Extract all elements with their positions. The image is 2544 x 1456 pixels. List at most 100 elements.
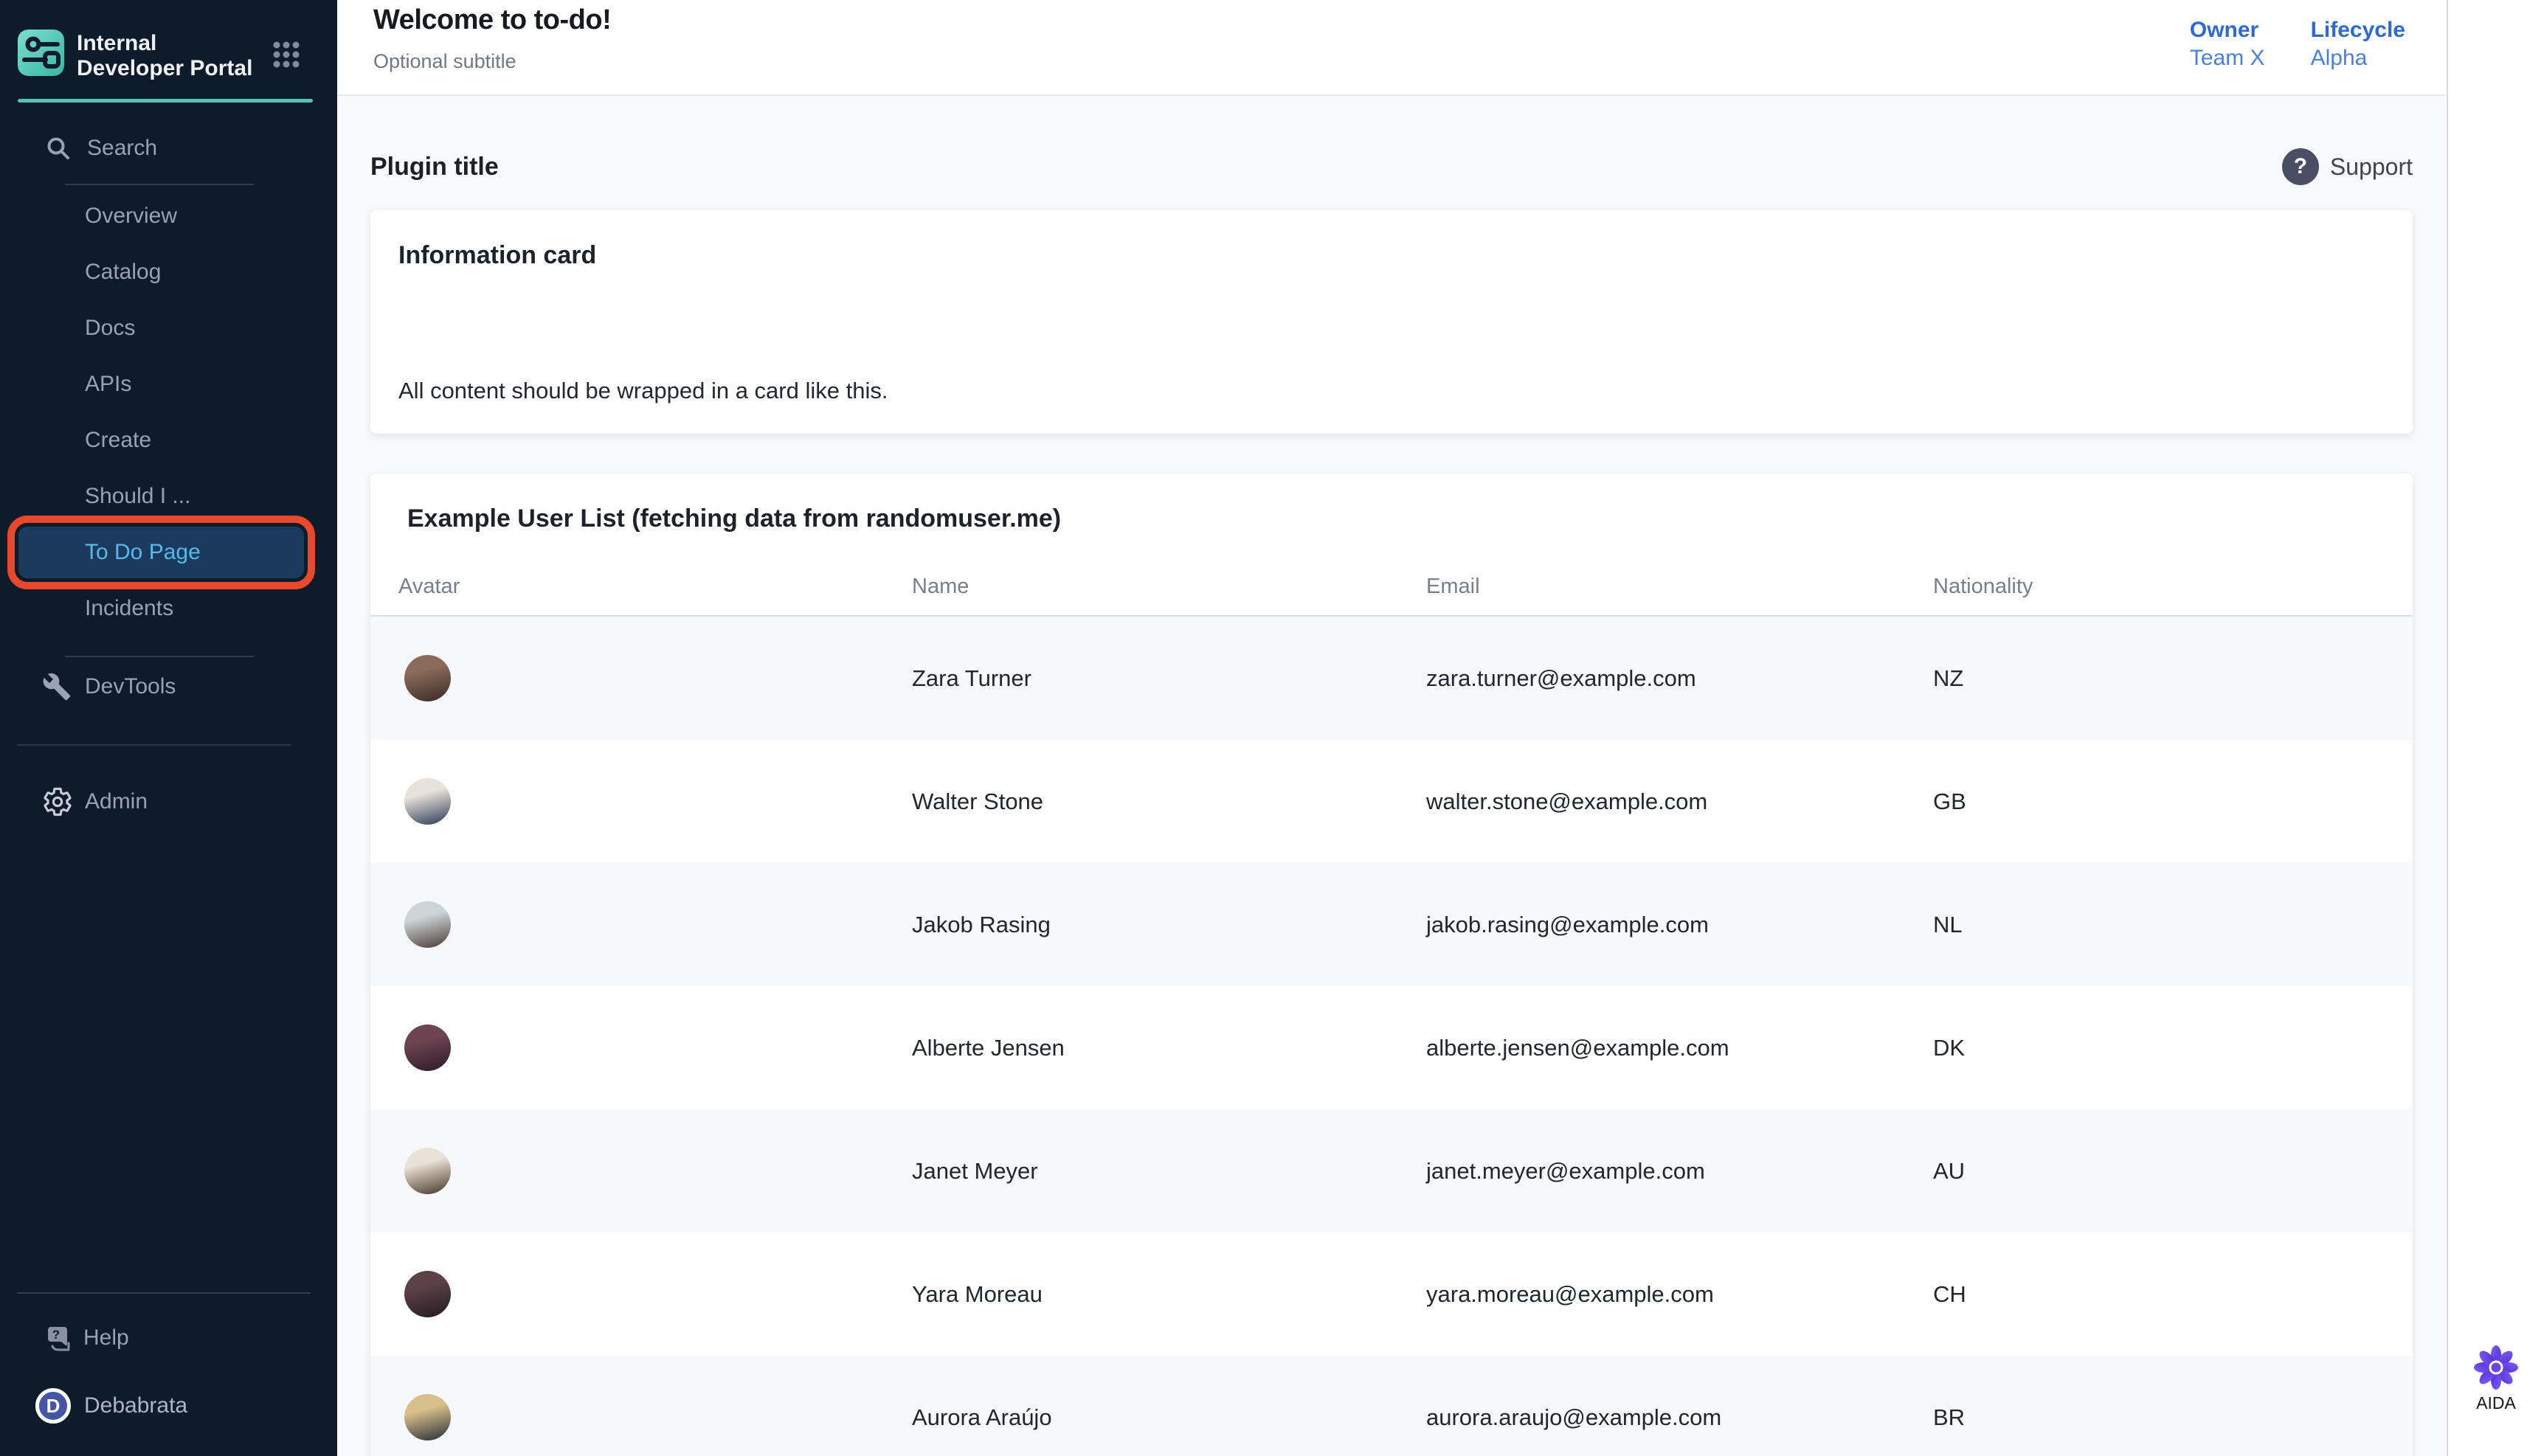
cell-email: aurora.araujo@example.com — [1426, 1404, 1933, 1431]
support-label: Support — [2330, 153, 2413, 181]
sidebar-nav: Overview Catalog Docs APIs Create Should… — [0, 188, 337, 637]
devtools-label: DevTools — [85, 674, 176, 699]
portal-logo-icon — [18, 30, 64, 76]
cell-email: walter.stone@example.com — [1426, 788, 1933, 815]
column-header-email: Email — [1426, 575, 1933, 599]
svg-text:?: ? — [52, 1328, 60, 1342]
main-area: Welcome to to-do! Optional subtitle Owne… — [337, 0, 2448, 1456]
cell-nationality: AU — [1933, 1158, 2413, 1185]
column-header-avatar: Avatar — [398, 575, 912, 599]
app-root: Internal Developer Portal Search Overvie… — [0, 0, 2544, 1456]
user-list-title: Example User List (fetching data from ra… — [407, 505, 2413, 533]
aida-widget[interactable]: AIDA — [2473, 1345, 2519, 1413]
sidebar-item-devtools[interactable]: DevTools — [0, 657, 337, 716]
right-gutter: AIDA — [2448, 0, 2544, 1456]
table-row: Alberte Jensen alberte.jensen@example.co… — [370, 986, 2413, 1109]
table-row: Walter Stone walter.stone@example.com GB — [370, 740, 2413, 863]
sidebar-accent-bar — [18, 99, 313, 103]
avatar — [404, 655, 451, 701]
sidebar-footer: ? Help D Debabrata — [0, 1292, 337, 1456]
user-avatar: D — [35, 1388, 71, 1424]
page-subtitle: Optional subtitle — [373, 50, 516, 73]
table-row: Janet Meyer janet.meyer@example.com AU — [370, 1109, 2413, 1233]
owner-value[interactable]: Team X — [2190, 46, 2265, 71]
cell-nationality: CH — [1933, 1281, 2413, 1308]
help-chat-icon: ? — [42, 1321, 83, 1355]
lifecycle-label[interactable]: Lifecycle — [2311, 18, 2405, 43]
table-row: Jakob Rasing jakob.rasing@example.com NL — [370, 863, 2413, 986]
page-title: Welcome to to-do! — [373, 4, 611, 36]
cell-nationality: NZ — [1933, 665, 2413, 692]
sidebar-item-catalog[interactable]: Catalog — [0, 244, 337, 300]
plugin-header: Plugin title ? Support — [370, 148, 2413, 185]
owner-label[interactable]: Owner — [2190, 18, 2265, 43]
lifecycle-meta: Lifecycle Alpha — [2311, 18, 2405, 71]
sidebar-item-help[interactable]: ? Help — [0, 1317, 337, 1359]
sidebar-item-docs[interactable]: Docs — [0, 300, 337, 356]
apps-grid-icon[interactable] — [270, 38, 303, 71]
cell-name: Zara Turner — [912, 665, 1426, 692]
avatar — [404, 1025, 451, 1071]
avatar — [404, 1394, 451, 1441]
wrench-icon — [42, 672, 85, 701]
cell-nationality: BR — [1933, 1404, 2413, 1431]
cell-nationality: DK — [1933, 1035, 2413, 1061]
table-row: Zara Turner zara.turner@example.com NZ — [370, 617, 2413, 740]
search-icon — [46, 136, 71, 161]
column-header-nationality: Nationality — [1933, 575, 2413, 599]
user-name: Debabrata — [84, 1393, 187, 1418]
cell-email: zara.turner@example.com — [1426, 665, 1933, 692]
sidebar-user[interactable]: D Debabrata — [0, 1388, 337, 1424]
sidebar-divider — [65, 184, 254, 185]
portal-title: Internal Developer Portal — [77, 30, 261, 81]
plugin-title: Plugin title — [370, 153, 499, 181]
support-button[interactable]: ? Support — [2282, 148, 2413, 185]
search-label: Search — [87, 136, 157, 161]
cell-nationality: NL — [1933, 912, 2413, 938]
avatar — [404, 778, 451, 825]
info-card-body: All content should be wrapped in a card … — [398, 378, 2385, 404]
help-label: Help — [83, 1325, 129, 1351]
aida-flower-icon — [2473, 1345, 2519, 1390]
question-icon: ? — [2282, 148, 2319, 185]
info-card-title: Information card — [398, 241, 2385, 270]
aida-label: AIDA — [2476, 1393, 2516, 1413]
cell-email: janet.meyer@example.com — [1426, 1158, 1933, 1185]
admin-label: Admin — [85, 789, 148, 814]
logo-block[interactable]: Internal Developer Portal — [0, 0, 337, 81]
sidebar-item-create[interactable]: Create — [0, 412, 337, 468]
sidebar-item-incidents[interactable]: Incidents — [0, 580, 337, 637]
cell-name: Jakob Rasing — [912, 912, 1426, 938]
cell-email: yara.moreau@example.com — [1426, 1281, 1933, 1308]
avatar — [404, 1271, 451, 1317]
page-header: Welcome to to-do! Optional subtitle Owne… — [337, 0, 2447, 96]
sidebar: Internal Developer Portal Search Overvie… — [0, 0, 337, 1456]
cell-email: alberte.jensen@example.com — [1426, 1035, 1933, 1061]
cell-email: jakob.rasing@example.com — [1426, 912, 1933, 938]
lifecycle-value[interactable]: Alpha — [2311, 46, 2405, 71]
cell-name: Aurora Araújo — [912, 1404, 1426, 1431]
sidebar-item-apis[interactable]: APIs — [0, 356, 337, 412]
header-meta: Owner Team X Lifecycle Alpha — [2190, 18, 2405, 71]
sidebar-item-admin[interactable]: Admin — [0, 772, 337, 831]
cell-nationality: GB — [1933, 788, 2413, 815]
table-row: Yara Moreau yara.moreau@example.com CH — [370, 1233, 2413, 1356]
user-list-card: Example User List (fetching data from ra… — [370, 474, 2413, 1456]
sidebar-item-should-i[interactable]: Should I ... — [0, 468, 337, 524]
cell-name: Yara Moreau — [912, 1281, 1426, 1308]
sidebar-item-todo-page[interactable]: To Do Page — [18, 527, 304, 578]
cell-name: Janet Meyer — [912, 1158, 1426, 1185]
avatar — [404, 1148, 451, 1194]
cell-name: Walter Stone — [912, 788, 1426, 815]
gear-icon — [42, 786, 85, 817]
avatar — [404, 901, 451, 948]
cell-name: Alberte Jensen — [912, 1035, 1426, 1061]
table-row: Aurora Araújo aurora.araujo@example.com … — [370, 1356, 2413, 1456]
information-card: Information card All content should be w… — [370, 210, 2413, 434]
sidebar-item-search[interactable]: Search — [0, 132, 337, 164]
page-content: Plugin title ? Support Information card … — [337, 96, 2447, 1456]
table-header-row: Avatar Name Email Nationality — [370, 575, 2413, 617]
sidebar-item-overview[interactable]: Overview — [0, 188, 337, 244]
column-header-name: Name — [912, 575, 1426, 599]
sidebar-divider — [17, 744, 291, 746]
